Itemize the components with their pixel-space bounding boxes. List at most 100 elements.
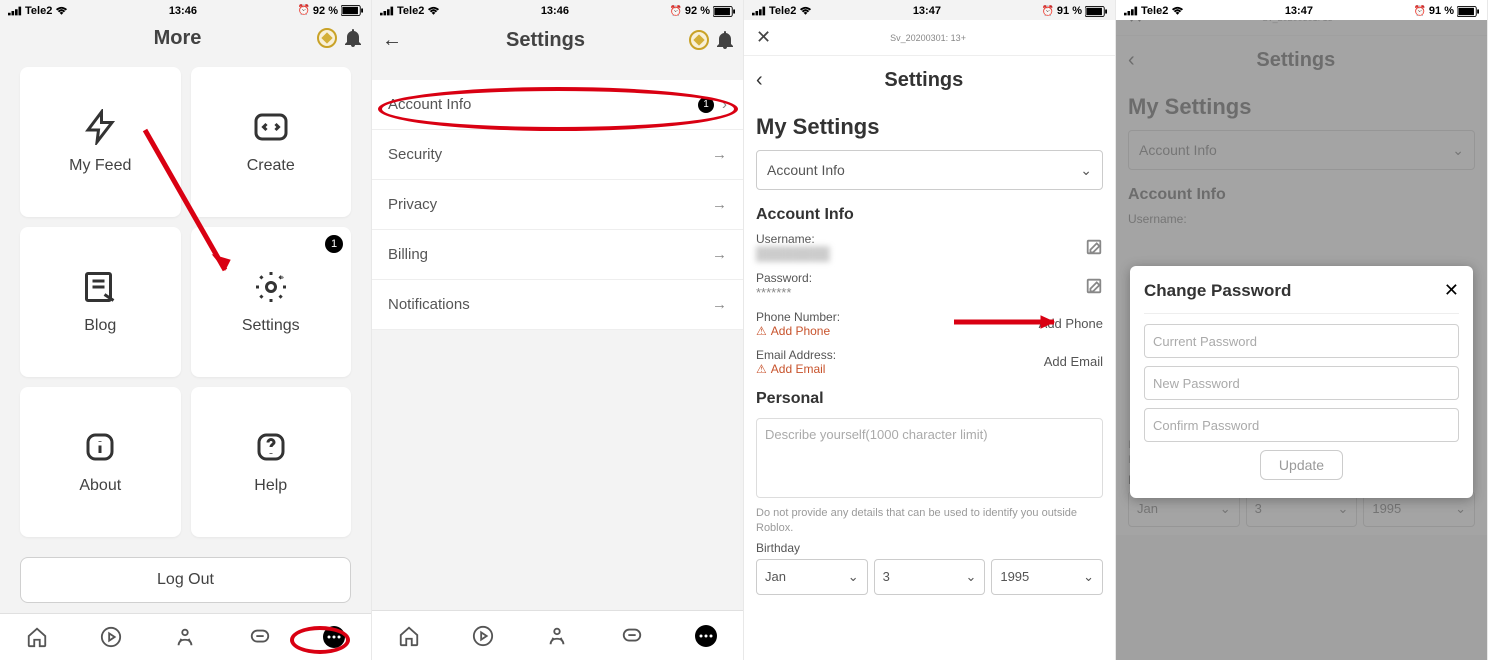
avatar-icon[interactable]	[174, 626, 196, 648]
signal-icon	[752, 6, 766, 16]
tile-label: About	[79, 477, 121, 495]
status-bar: Tele2 13:46 ⏰92 %	[0, 0, 371, 19]
birthday-label: Birthday	[744, 541, 1115, 559]
carrier-label: Tele2	[1141, 5, 1168, 17]
field-label: Password:	[756, 271, 1103, 285]
battery-icon	[341, 5, 363, 16]
category-selector[interactable]: Account Info⌄	[756, 150, 1103, 190]
chevron-down-icon: ⌄	[1083, 569, 1094, 585]
close-icon[interactable]: ✕	[1444, 280, 1459, 301]
log-out-button[interactable]: Log Out	[20, 557, 351, 603]
wifi-icon	[799, 6, 812, 16]
chevron-right-icon: →	[712, 296, 727, 313]
row-notifications[interactable]: Notifications →	[372, 280, 743, 330]
app-header: ← Settings	[372, 20, 743, 60]
new-password-input[interactable]: New Password	[1144, 366, 1459, 400]
current-password-input[interactable]: Current Password	[1144, 324, 1459, 358]
avatar-icon[interactable]	[546, 625, 568, 647]
tile-label: Settings	[242, 317, 300, 335]
page-title: Settings	[402, 29, 689, 52]
page-title: More	[38, 27, 317, 50]
chat-icon[interactable]	[249, 626, 271, 648]
signal-icon	[8, 6, 22, 16]
tile-about[interactable]: About	[20, 387, 181, 537]
chevron-right-icon: ›	[722, 96, 727, 113]
close-icon[interactable]: ✕	[756, 27, 771, 48]
bolt-icon	[82, 109, 118, 145]
tile-label: Help	[254, 477, 287, 495]
back-button[interactable]: ←	[382, 29, 402, 52]
more-tab-icon[interactable]	[695, 625, 717, 647]
back-button[interactable]: ‹	[756, 69, 763, 92]
robux-icon[interactable]	[317, 28, 337, 48]
add-email-action[interactable]: Add Email	[1044, 354, 1103, 369]
wifi-icon	[55, 6, 68, 16]
battery-icon	[1085, 6, 1107, 17]
tile-settings[interactable]: 1 Settings	[191, 227, 352, 377]
code-icon	[253, 109, 289, 145]
edit-icon[interactable]	[1085, 238, 1103, 256]
wifi-icon	[1171, 6, 1184, 16]
birthday-year[interactable]: 1995⌄	[991, 559, 1103, 595]
screen-more: Tele2 13:46 ⏰92 % More My Feed Create Bl…	[0, 0, 372, 660]
description-textarea[interactable]: Describe yourself(1000 character limit)	[756, 418, 1103, 498]
row-account-info[interactable]: Account Info 1 ›	[372, 80, 743, 130]
row-label: Account Info	[388, 96, 471, 113]
tile-my-feed[interactable]: My Feed	[20, 67, 181, 217]
play-icon[interactable]	[472, 625, 494, 647]
status-time: 13:47	[913, 5, 941, 17]
tile-label: My Feed	[69, 157, 131, 175]
battery-icon	[713, 6, 735, 17]
notification-badge: 1	[698, 97, 714, 113]
status-time: 13:47	[1285, 5, 1313, 17]
robux-icon[interactable]	[689, 30, 709, 50]
battery-label: 91 %	[1057, 5, 1082, 17]
carrier-label: Tele2	[25, 5, 52, 17]
birthday-day[interactable]: 3⌄	[874, 559, 986, 595]
divider	[1144, 313, 1459, 314]
bell-icon[interactable]	[345, 29, 361, 47]
play-icon[interactable]	[100, 626, 122, 648]
chevron-right-icon: →	[712, 246, 727, 263]
carrier-label: Tele2	[397, 5, 424, 17]
tile-help[interactable]: Help	[191, 387, 352, 537]
carrier-label: Tele2	[769, 5, 796, 17]
app-header: More	[0, 19, 371, 57]
edit-password-icon[interactable]	[1085, 277, 1103, 295]
row-label: Notifications	[388, 296, 470, 313]
chat-icon[interactable]	[621, 625, 643, 647]
row-label: Security	[388, 146, 442, 163]
row-security[interactable]: Security→	[372, 130, 743, 180]
info-icon	[82, 429, 118, 465]
bell-icon[interactable]	[717, 31, 733, 49]
modal-title: Change Password	[1144, 281, 1291, 301]
home-icon[interactable]	[398, 625, 420, 647]
email-field: Email Address: ⚠Add Email Add Email	[744, 346, 1115, 384]
password-field: Password: *******	[744, 269, 1115, 308]
status-bar: Tele2 13:47 ⏰91 %	[1116, 0, 1487, 20]
phone-field: Phone Number: ⚠Add Phone Add Phone	[744, 308, 1115, 346]
update-button[interactable]: Update	[1260, 450, 1343, 480]
screen-account-info: Tele2 13:47 ⏰91 % ✕ Sv_20200301: 13+ ‹ S…	[744, 0, 1116, 660]
blog-icon	[82, 269, 118, 305]
row-privacy[interactable]: Privacy→	[372, 180, 743, 230]
birthday-row: Jan⌄ 3⌄ 1995⌄	[744, 559, 1115, 603]
tile-create[interactable]: Create	[191, 67, 352, 217]
caption: Do not provide any details that can be u…	[744, 502, 1115, 541]
alarm-icon: ⏰	[1041, 6, 1053, 17]
add-phone-action[interactable]: Add Phone	[1039, 316, 1103, 331]
tile-label: Blog	[84, 317, 116, 335]
tile-blog[interactable]: Blog	[20, 227, 181, 377]
status-time: 13:46	[541, 5, 569, 17]
more-tab-icon[interactable]	[323, 626, 345, 648]
status-bar: Tele2 13:47 ⏰ 91 %	[744, 0, 1115, 20]
selector-label: Account Info	[767, 162, 845, 178]
username-value: ████████	[756, 246, 1103, 261]
screen-settings-list: Tele2 13:46 ⏰92 % ← Settings Account Inf…	[372, 0, 744, 660]
confirm-password-input[interactable]: Confirm Password	[1144, 408, 1459, 442]
row-billing[interactable]: Billing→	[372, 230, 743, 280]
home-icon[interactable]	[26, 626, 48, 648]
birthday-month[interactable]: Jan⌄	[756, 559, 868, 595]
modal-subtitle: Sv_20200301: 13+	[771, 33, 1085, 43]
section-heading: Personal	[744, 384, 1115, 414]
